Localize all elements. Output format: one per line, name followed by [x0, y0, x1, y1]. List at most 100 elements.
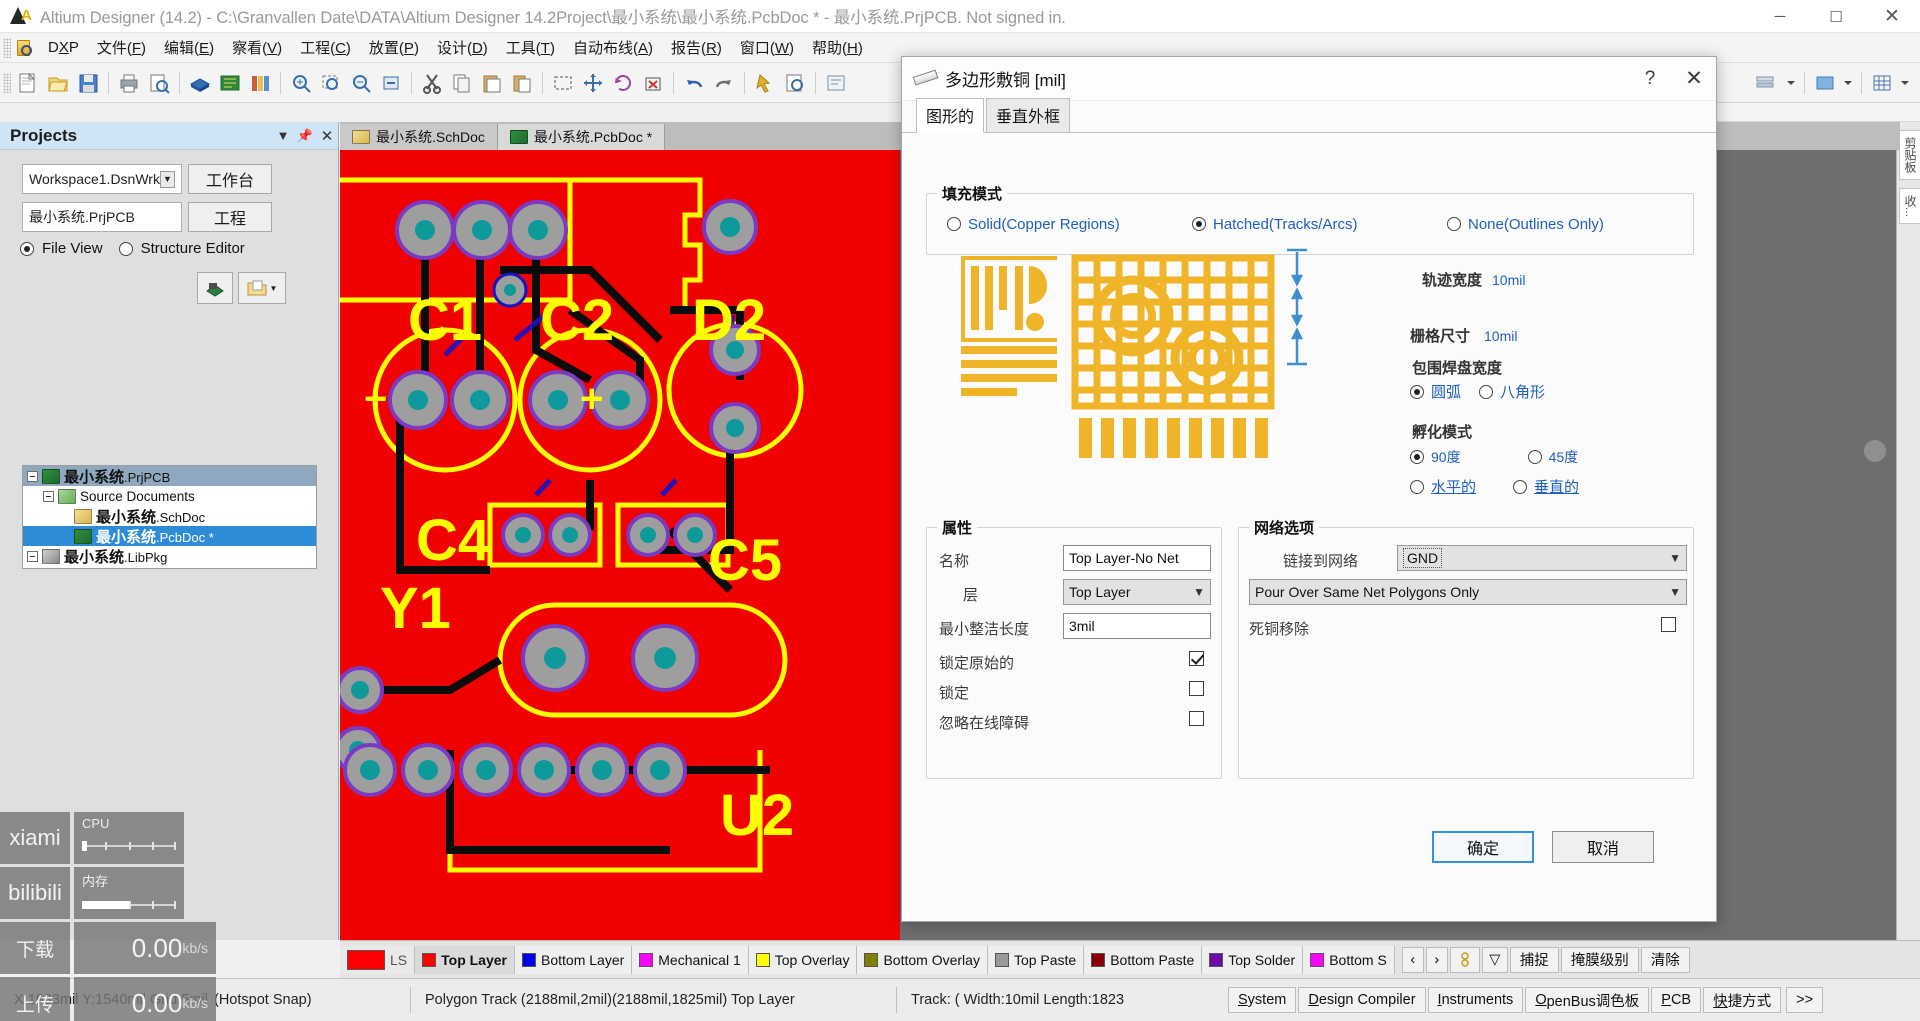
chevron-down-icon[interactable]	[1841, 69, 1855, 97]
redo-icon[interactable]	[710, 69, 738, 97]
panel-button[interactable]: 快捷方式	[1703, 987, 1782, 1013]
layer-config-icon[interactable]	[1751, 69, 1779, 97]
rotate-icon[interactable]	[609, 69, 637, 97]
chevron-down-icon[interactable]: ▼	[272, 128, 294, 143]
menu-item-5[interactable]: 放置(P)	[360, 34, 428, 61]
name-input[interactable]: Top Layer-No Net	[1063, 545, 1211, 571]
tree-item[interactable]: 最小系统.SchDoc	[23, 506, 316, 526]
workspace-dropdown[interactable]: Workspace1.DsnWrk ▼	[22, 164, 182, 194]
layer-select[interactable]: Top Layer ▼	[1063, 579, 1211, 605]
file-view-radio[interactable]	[20, 241, 34, 256]
close-button[interactable]: ✕	[1864, 0, 1920, 33]
scroll-handle[interactable]	[1864, 440, 1886, 462]
layer-tab[interactable]: Top Layer	[415, 945, 515, 974]
dialog-close-button[interactable]: ✕	[1672, 66, 1716, 91]
fill-mode-option-solid[interactable]: Solid(Copper Regions)	[947, 216, 1192, 233]
erc-icon[interactable]	[751, 69, 779, 97]
menu-item-3[interactable]: 察看(V)	[223, 34, 291, 61]
chevron-down-icon[interactable]: ▼	[1669, 551, 1681, 565]
project-field[interactable]: 最小系统.PrjPCB	[22, 202, 182, 232]
hatch-90-radio[interactable]	[1410, 450, 1424, 464]
layer-stack-icon[interactable]	[1449, 946, 1480, 973]
menu-item-10[interactable]: 窗口(W)	[731, 34, 803, 61]
panel-button[interactable]: System	[1228, 987, 1297, 1013]
maximize-button[interactable]: ☐	[1808, 0, 1864, 33]
move-icon[interactable]	[579, 69, 607, 97]
menu-gripper[interactable]	[3, 37, 11, 58]
panel-button[interactable]: Instruments	[1427, 987, 1524, 1013]
grid-icon[interactable]	[1868, 69, 1896, 97]
document-tab[interactable]: 最小系统.SchDoc	[340, 124, 498, 150]
layer-tab[interactable]: Top Overlay	[748, 945, 858, 974]
ok-button[interactable]: 确定	[1432, 831, 1534, 863]
lock-primitives-checkbox[interactable]	[1189, 651, 1204, 666]
fill-mode-option-hatched[interactable]: Hatched(Tracks/Arcs)	[1192, 216, 1447, 233]
cancel-button[interactable]: 取消	[1552, 831, 1654, 863]
solid-radio[interactable]	[947, 217, 961, 231]
panel-button[interactable]: Design Compiler	[1298, 987, 1426, 1013]
min-primitive-input[interactable]: 3mil	[1063, 613, 1211, 639]
tree-item[interactable]: Source Documents	[23, 486, 316, 506]
pour-over-select[interactable]: Pour Over Same Net Polygons Only ▼	[1249, 579, 1687, 605]
mask-level-button[interactable]: 掩膜级别	[1560, 946, 1639, 973]
snap-button[interactable]: 捕捉	[1509, 946, 1559, 973]
layer-filter-icon[interactable]: ▽	[1481, 946, 1508, 973]
connect-to-net-select[interactable]: GND ▼	[1397, 545, 1687, 571]
print-icon[interactable]	[115, 69, 143, 97]
dialog-tab[interactable]: 垂直外框	[986, 98, 1071, 132]
browse-icon[interactable]	[822, 69, 850, 97]
copy-icon[interactable]	[448, 69, 476, 97]
board-3d-icon[interactable]	[186, 69, 214, 97]
pin-icon[interactable]: 📌	[294, 128, 316, 144]
chevron-down-icon[interactable]: ▼	[1193, 585, 1205, 599]
toolbar-gripper[interactable]	[3, 72, 11, 93]
color-config-icon[interactable]	[1811, 69, 1839, 97]
layer-tab[interactable]: Mechanical 1	[632, 945, 749, 974]
more-panels-button[interactable]: >>	[1786, 987, 1824, 1013]
expander-icon[interactable]	[27, 550, 38, 562]
widget-label-xiami[interactable]: xiami	[0, 812, 70, 864]
chevron-down-icon[interactable]: ▼	[1669, 585, 1681, 599]
layer-tab[interactable]: Bottom Paste	[1084, 945, 1203, 974]
layer-tab[interactable]: Bottom Overlay	[857, 945, 988, 974]
tree-item[interactable]: 最小系统.LibPkg	[23, 546, 316, 566]
pcb-view-icon[interactable]	[216, 69, 244, 97]
chevron-down-icon[interactable]: ▼	[270, 284, 278, 293]
print-preview-icon[interactable]	[145, 69, 173, 97]
panel-button[interactable]: P CB	[1651, 987, 1702, 1013]
zoom-selected-icon[interactable]	[377, 69, 405, 97]
pcb-board[interactable]: C1 C2 D2 C4 C5 Y1 U2 + +	[340, 150, 900, 940]
menu-item-9[interactable]: 报告(R)	[662, 34, 731, 61]
menu-item-7[interactable]: 工具(T)	[497, 34, 564, 61]
layer-tab[interactable]: Top Paste	[987, 945, 1085, 974]
new-document-icon[interactable]	[14, 69, 42, 97]
tree-item[interactable]: 最小系统.PrjPCB	[23, 466, 316, 486]
help-button[interactable]: ?	[1628, 68, 1672, 90]
expander-icon[interactable]	[27, 470, 38, 482]
chevron-down-icon[interactable]: ▼	[159, 170, 175, 188]
vtab-favorites[interactable]: 收...	[1899, 188, 1920, 225]
menu-item-2[interactable]: 编辑(E)	[155, 34, 223, 61]
hatch-45-radio[interactable]	[1527, 450, 1542, 464]
locked-checkbox[interactable]	[1189, 681, 1204, 696]
menu-item-11[interactable]: 帮助(H)	[803, 34, 872, 61]
inspect-icon[interactable]	[781, 69, 809, 97]
dialog-tab[interactable]: 图形的	[916, 98, 985, 133]
hatch-vertical-radio[interactable]	[1513, 479, 1528, 494]
zoom-out-icon[interactable]	[347, 69, 375, 97]
workspace-button[interactable]: 工作台	[188, 164, 272, 194]
project-button[interactable]: 工程	[188, 202, 272, 232]
none-radio[interactable]	[1447, 217, 1461, 231]
menu-item-8[interactable]: 自动布线(A)	[564, 34, 662, 61]
layer-prev-button[interactable]: ‹	[1401, 946, 1424, 973]
menu-item-1[interactable]: 文件(F)	[88, 34, 155, 61]
layer-tab[interactable]: LS	[340, 945, 416, 974]
ignore-obstacles-checkbox[interactable]	[1189, 711, 1204, 726]
paste-icon[interactable]	[478, 69, 506, 97]
library-icon[interactable]	[246, 69, 274, 97]
delete-icon[interactable]	[639, 69, 667, 97]
undo-icon[interactable]	[680, 69, 708, 97]
tree-item[interactable]: 最小系统.PcbDoc *	[23, 526, 316, 546]
chevron-down-icon[interactable]	[1898, 69, 1912, 97]
panel-button[interactable]: OpenBus调色板	[1525, 987, 1650, 1013]
